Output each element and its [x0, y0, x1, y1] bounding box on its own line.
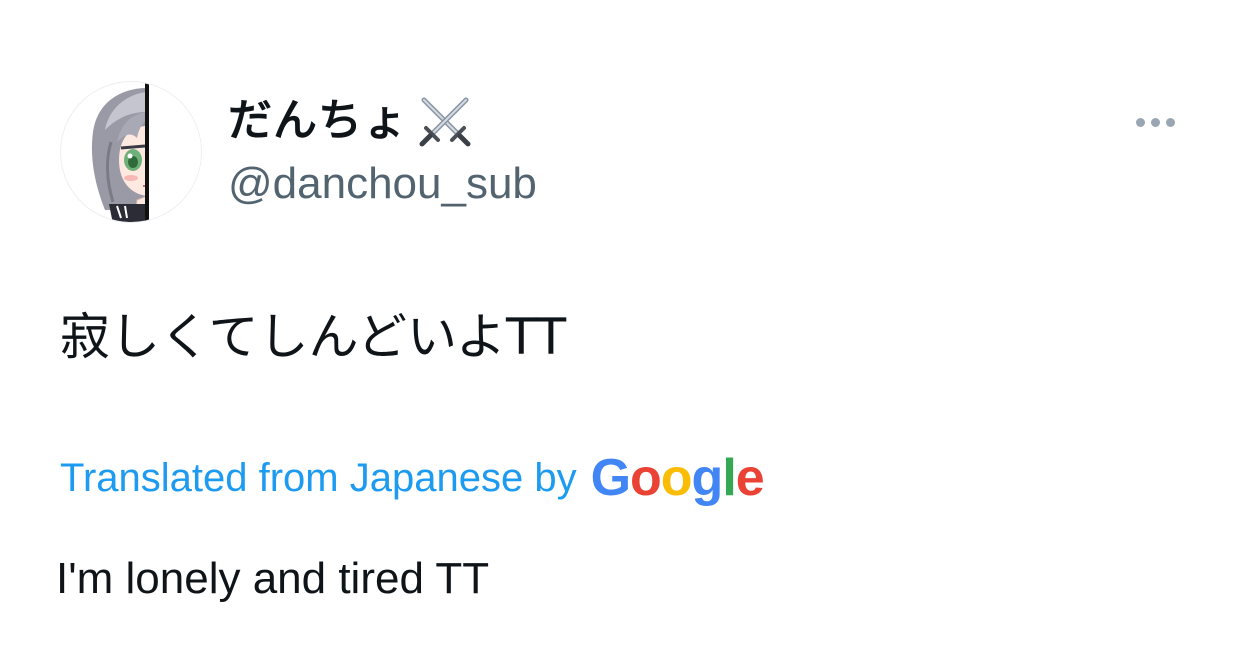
- google-logo-letter: o: [660, 449, 693, 507]
- more-options-button[interactable]: [1126, 104, 1184, 140]
- anime-girl-peeking-avatar-icon: [91, 82, 201, 222]
- tweet-text: 寂しくてしんどいよTT: [60, 308, 567, 366]
- user-handle[interactable]: @danchou_sub: [228, 156, 537, 212]
- google-logo-letter: o: [630, 449, 662, 507]
- display-name[interactable]: だんちょ: [228, 92, 408, 150]
- google-logo-letter: l: [722, 449, 736, 507]
- google-logo-letter: e: [735, 449, 765, 507]
- avatar[interactable]: [60, 81, 202, 223]
- more-horizontal-icon-dot: [1150, 117, 1160, 127]
- translation-label[interactable]: Translated from Japanese by: [60, 450, 577, 506]
- translated-text: I'm lonely and tired TT: [56, 554, 490, 603]
- translation-attribution[interactable]: Translated from Japanese by Google: [60, 448, 765, 508]
- display-name-row[interactable]: だんちょ: [228, 92, 474, 150]
- google-logo: Google: [590, 448, 765, 508]
- google-logo-letter: g: [691, 449, 724, 507]
- tweet-card: だんちょ @danchou_sub 寂しくてしんどいよTT Translated…: [0, 0, 1242, 648]
- more-horizontal-icon: [1135, 117, 1145, 127]
- more-horizontal-icon-dot: [1165, 117, 1175, 127]
- google-logo-letter: G: [590, 449, 631, 507]
- crossed-swords-icon: [416, 92, 474, 150]
